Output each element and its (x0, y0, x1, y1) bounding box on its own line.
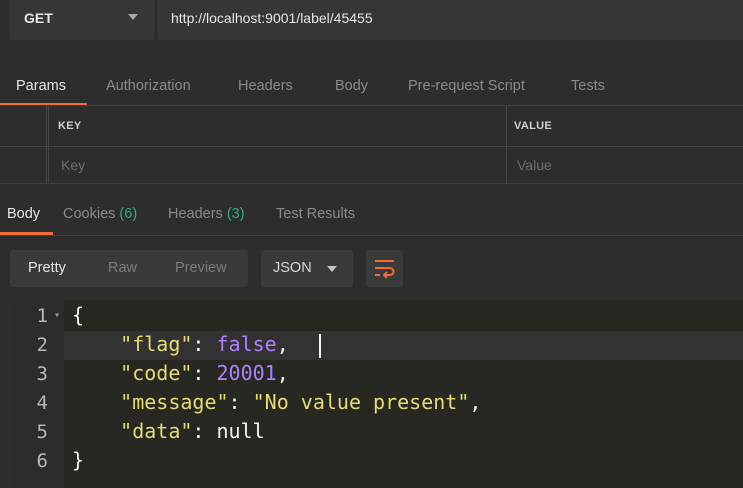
method-dropdown[interactable]: GET (10, 0, 155, 40)
line-number: 4 (36, 392, 48, 414)
format-dropdown[interactable]: JSON (261, 250, 353, 287)
chevron-down-icon (128, 14, 138, 20)
tab-headers[interactable]: Headers (238, 78, 293, 94)
key-column-header: KEY (58, 120, 82, 132)
text-cursor (319, 334, 321, 358)
code-line: } (72, 448, 85, 472)
tab-pre-request-script[interactable]: Pre-request Script (408, 78, 525, 94)
line-number: 2 (36, 334, 48, 356)
url-input[interactable]: http://localhost:9001/label/45455 (156, 0, 743, 40)
line-number: 5 (36, 421, 48, 443)
params-table: KEY VALUE Key Value (0, 106, 743, 184)
fold-arrow-icon[interactable]: ▾ (54, 310, 60, 321)
tab-body[interactable]: Body (335, 78, 368, 94)
pretty-button[interactable]: Pretty (28, 260, 66, 276)
code-line: "message": "No value present", (120, 390, 482, 414)
raw-button[interactable]: Raw (108, 260, 137, 276)
code-line: "code": 20001, (120, 361, 289, 385)
param-key-input[interactable]: Key (61, 157, 85, 173)
cookies-count: (6) (119, 206, 138, 222)
headers-count: (3) (226, 206, 245, 222)
tab-authorization[interactable]: Authorization (106, 78, 191, 94)
value-column-header: VALUE (514, 120, 552, 132)
response-body-editor[interactable]: 1 2 3 4 5 6 ▾ { "flag": false, "code": 2… (12, 300, 743, 488)
tab-response-headers[interactable]: Headers (3) (168, 206, 245, 222)
line-number: 3 (36, 363, 48, 385)
tab-headers-label: Headers (168, 206, 223, 222)
tab-cookies-label: Cookies (63, 206, 116, 222)
chevron-down-icon (327, 266, 337, 272)
request-bar: GET http://localhost:9001/label/45455 (0, 0, 743, 54)
param-value-input[interactable]: Value (517, 157, 552, 173)
tab-response-body[interactable]: Body (7, 206, 40, 222)
wrap-lines-icon (375, 260, 395, 279)
code-line: { (72, 303, 85, 327)
line-number: 1 (36, 305, 48, 327)
divider (0, 183, 743, 184)
divider (48, 106, 49, 184)
line-number-gutter: 1 2 3 4 5 6 ▾ (12, 300, 64, 488)
code-line: "flag": false, (120, 332, 289, 356)
code-line: "data": null (120, 419, 265, 443)
tab-cookies[interactable]: Cookies (6) (63, 206, 137, 222)
divider (506, 106, 507, 184)
divider (0, 235, 743, 236)
tab-tests[interactable]: Tests (571, 78, 605, 94)
line-number: 6 (36, 450, 48, 472)
divider (0, 146, 743, 147)
tab-params[interactable]: Params (16, 78, 66, 94)
tab-test-results[interactable]: Test Results (276, 206, 355, 222)
url-value: http://localhost:9001/label/45455 (171, 10, 373, 26)
divider (46, 106, 47, 184)
preview-button[interactable]: Preview (175, 260, 227, 276)
method-label: GET (24, 10, 53, 26)
format-label: JSON (273, 260, 312, 276)
wrap-lines-button[interactable] (366, 250, 403, 287)
